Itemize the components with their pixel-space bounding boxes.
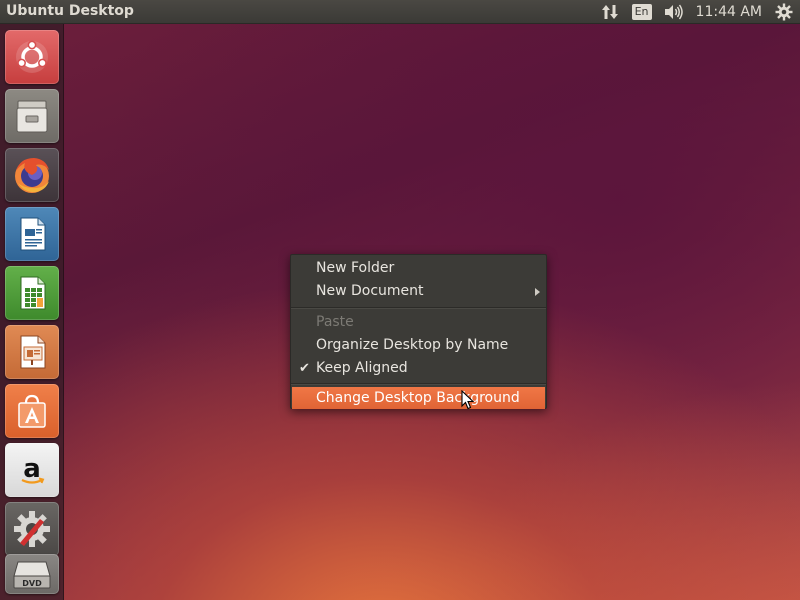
gear-icon[interactable]: [774, 2, 794, 22]
menu-item-label: New Folder: [316, 260, 395, 276]
menu-item-label: Paste: [316, 314, 354, 330]
indicator-area: En 11:44 AM: [600, 0, 794, 24]
menu-item-label: New Document: [316, 283, 424, 299]
libreoffice-writer-icon[interactable]: [5, 207, 59, 261]
network-transfer-icon[interactable]: [600, 2, 620, 22]
checkmark-icon: ✔: [299, 361, 310, 376]
system-settings-icon[interactable]: [5, 502, 59, 556]
libreoffice-calc-icon[interactable]: [5, 266, 59, 320]
menu-separator: [291, 307, 546, 308]
firefox-icon[interactable]: [5, 148, 59, 202]
top-panel: Ubuntu Desktop En 11:44 AM: [0, 0, 800, 24]
submenu-arrow-icon: [535, 288, 540, 296]
menu-item-keep-aligned[interactable]: ✔ Keep Aligned: [291, 357, 546, 380]
menu-item-organize-desktop[interactable]: Organize Desktop by Name: [291, 334, 546, 357]
menu-item-label: Keep Aligned: [316, 360, 408, 376]
libreoffice-impress-icon[interactable]: [5, 325, 59, 379]
menu-separator: [291, 383, 546, 384]
volume-icon[interactable]: [664, 2, 684, 22]
menu-item-new-folder[interactable]: New Folder: [291, 257, 546, 280]
clock[interactable]: 11:44 AM: [696, 4, 762, 20]
files-icon[interactable]: [5, 89, 59, 143]
svg-text:DVD: DVD: [22, 579, 42, 588]
dvd-drive-icon[interactable]: DVD: [5, 554, 59, 594]
menu-item-label: Organize Desktop by Name: [316, 337, 509, 353]
ubuntu-software-icon[interactable]: [5, 384, 59, 438]
menu-item-new-document[interactable]: New Document: [291, 280, 546, 303]
launcher: a DVD: [0, 24, 64, 600]
language-label: En: [631, 4, 652, 20]
keyboard-language-indicator[interactable]: En: [631, 2, 652, 22]
window-title: Ubuntu Desktop: [6, 3, 134, 19]
menu-item-change-background[interactable]: Change Desktop Background: [292, 387, 545, 409]
svg-text:a: a: [23, 454, 41, 484]
mouse-pointer-icon: [461, 389, 475, 414]
menu-item-label: Change Desktop Background: [316, 390, 520, 406]
desktop-context-menu: New Folder New Document Paste Organize D…: [290, 254, 547, 409]
amazon-icon[interactable]: a: [5, 443, 59, 497]
ubuntu-dash-icon[interactable]: [5, 30, 59, 84]
menu-item-paste: Paste: [291, 311, 546, 334]
